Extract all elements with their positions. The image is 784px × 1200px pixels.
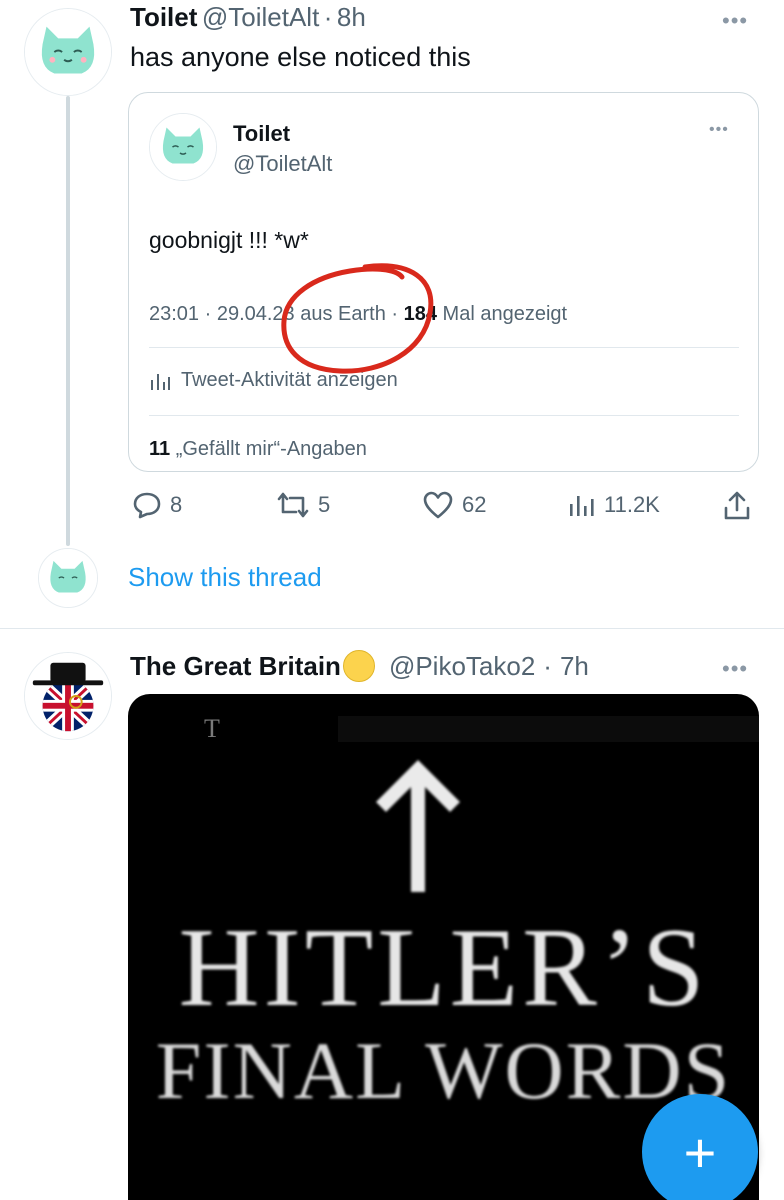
tweet1-timestamp[interactable]: 8h bbox=[337, 2, 366, 32]
tweet-activity-link[interactable]: Tweet-Aktivität anzeigen bbox=[149, 369, 398, 392]
quoted-tweet-text: goobnigjt !!! *w* bbox=[149, 227, 309, 253]
tweet-separator bbox=[0, 628, 784, 629]
tweet1-text: has anyone else noticed this bbox=[130, 42, 471, 72]
tweet1-dot: · bbox=[323, 2, 333, 32]
like-button[interactable]: 62 bbox=[422, 490, 486, 520]
quoted-avatar bbox=[149, 113, 217, 181]
tweet1-more-icon[interactable]: ••• bbox=[722, 8, 748, 34]
quoted-timestamp-location: 23:01 · 29.04.23 aus Earth · bbox=[149, 303, 404, 325]
views-button[interactable]: 11.2K bbox=[568, 490, 660, 520]
cat-avatar-image bbox=[39, 549, 97, 607]
media-top-strip bbox=[338, 716, 759, 742]
cat-avatar-image bbox=[25, 9, 111, 95]
quoted-author-name: Toilet bbox=[233, 121, 291, 146]
tweet2-timestamp[interactable]: 7h bbox=[560, 651, 589, 682]
tweet2-dot: · bbox=[543, 650, 552, 681]
reply-bubble-icon bbox=[133, 492, 161, 519]
views-bar-chart-icon bbox=[570, 496, 594, 516]
views-count: 11.2K bbox=[604, 492, 660, 517]
thread-connector-line bbox=[66, 96, 70, 546]
quoted-divider-1 bbox=[149, 347, 739, 348]
reply-button[interactable]: 8 bbox=[132, 490, 182, 520]
tweet-activity-label: Tweet-Aktivität anzeigen bbox=[181, 369, 398, 391]
tweet2-author-name[interactable]: The Great Britain bbox=[130, 651, 341, 682]
quoted-view-label: Mal angezeigt bbox=[436, 303, 568, 325]
share-upload-icon bbox=[724, 491, 750, 520]
show-thread-link[interactable]: Show this thread bbox=[128, 562, 322, 593]
reply-count: 8 bbox=[170, 492, 183, 517]
cat-avatar-image bbox=[150, 114, 216, 180]
countryball-uk-image bbox=[25, 653, 111, 739]
analytics-icon bbox=[151, 373, 170, 390]
retweet-count: 5 bbox=[318, 492, 331, 517]
plus-icon: + bbox=[683, 1120, 717, 1184]
toilet-avatar[interactable] bbox=[24, 8, 112, 96]
quoted-author-handle: @ToiletAlt bbox=[233, 151, 333, 176]
like-count: 62 bbox=[462, 492, 487, 517]
retweet-button[interactable]: 5 bbox=[276, 490, 330, 520]
retweet-icon bbox=[277, 492, 309, 518]
quoted-divider-2 bbox=[149, 415, 739, 416]
tweet2-more-icon[interactable]: ••• bbox=[722, 656, 748, 682]
quoted-likes-label: „Gefällt mir“-Angaben bbox=[170, 438, 367, 460]
quoted-more-icon: ••• bbox=[709, 121, 729, 138]
share-button[interactable] bbox=[722, 490, 752, 522]
yellow-circle-emoji bbox=[342, 650, 375, 682]
media-headline-line1: HITLER’S bbox=[178, 906, 709, 1030]
quoted-tweet-card[interactable]: Toilet @ToiletAlt ••• goobnigjt !!! *w* … bbox=[128, 92, 759, 472]
quoted-likes[interactable]: 11 „Gefällt mir“-Angaben bbox=[149, 438, 367, 461]
heart-icon bbox=[423, 491, 453, 519]
compose-tweet-button[interactable]: + bbox=[642, 1094, 758, 1200]
tweet1-author-handle[interactable]: @ToiletAlt bbox=[202, 2, 319, 32]
quoted-view-count: 184 bbox=[403, 303, 437, 325]
up-arrow-icon bbox=[376, 760, 460, 892]
tweet1-author-name[interactable]: Toilet bbox=[130, 2, 197, 32]
media-corner-letter: T bbox=[204, 714, 220, 743]
quoted-likes-count: 11 bbox=[149, 438, 171, 460]
thread-avatar[interactable] bbox=[38, 548, 98, 608]
tweet2-header: The Great Britain @PikoTako2 · 7h bbox=[130, 650, 589, 682]
great-britain-avatar[interactable] bbox=[24, 652, 112, 740]
quoted-tweet-meta: 23:01 · 29.04.23 aus Earth · 184 Mal ang… bbox=[149, 303, 567, 326]
tweet1-header: Toilet @ToiletAlt · 8h bbox=[130, 2, 366, 33]
tweet2-author-handle[interactable]: @PikoTako2 bbox=[389, 651, 535, 682]
media-headline-line2: FINAL WORDS bbox=[155, 1025, 732, 1116]
